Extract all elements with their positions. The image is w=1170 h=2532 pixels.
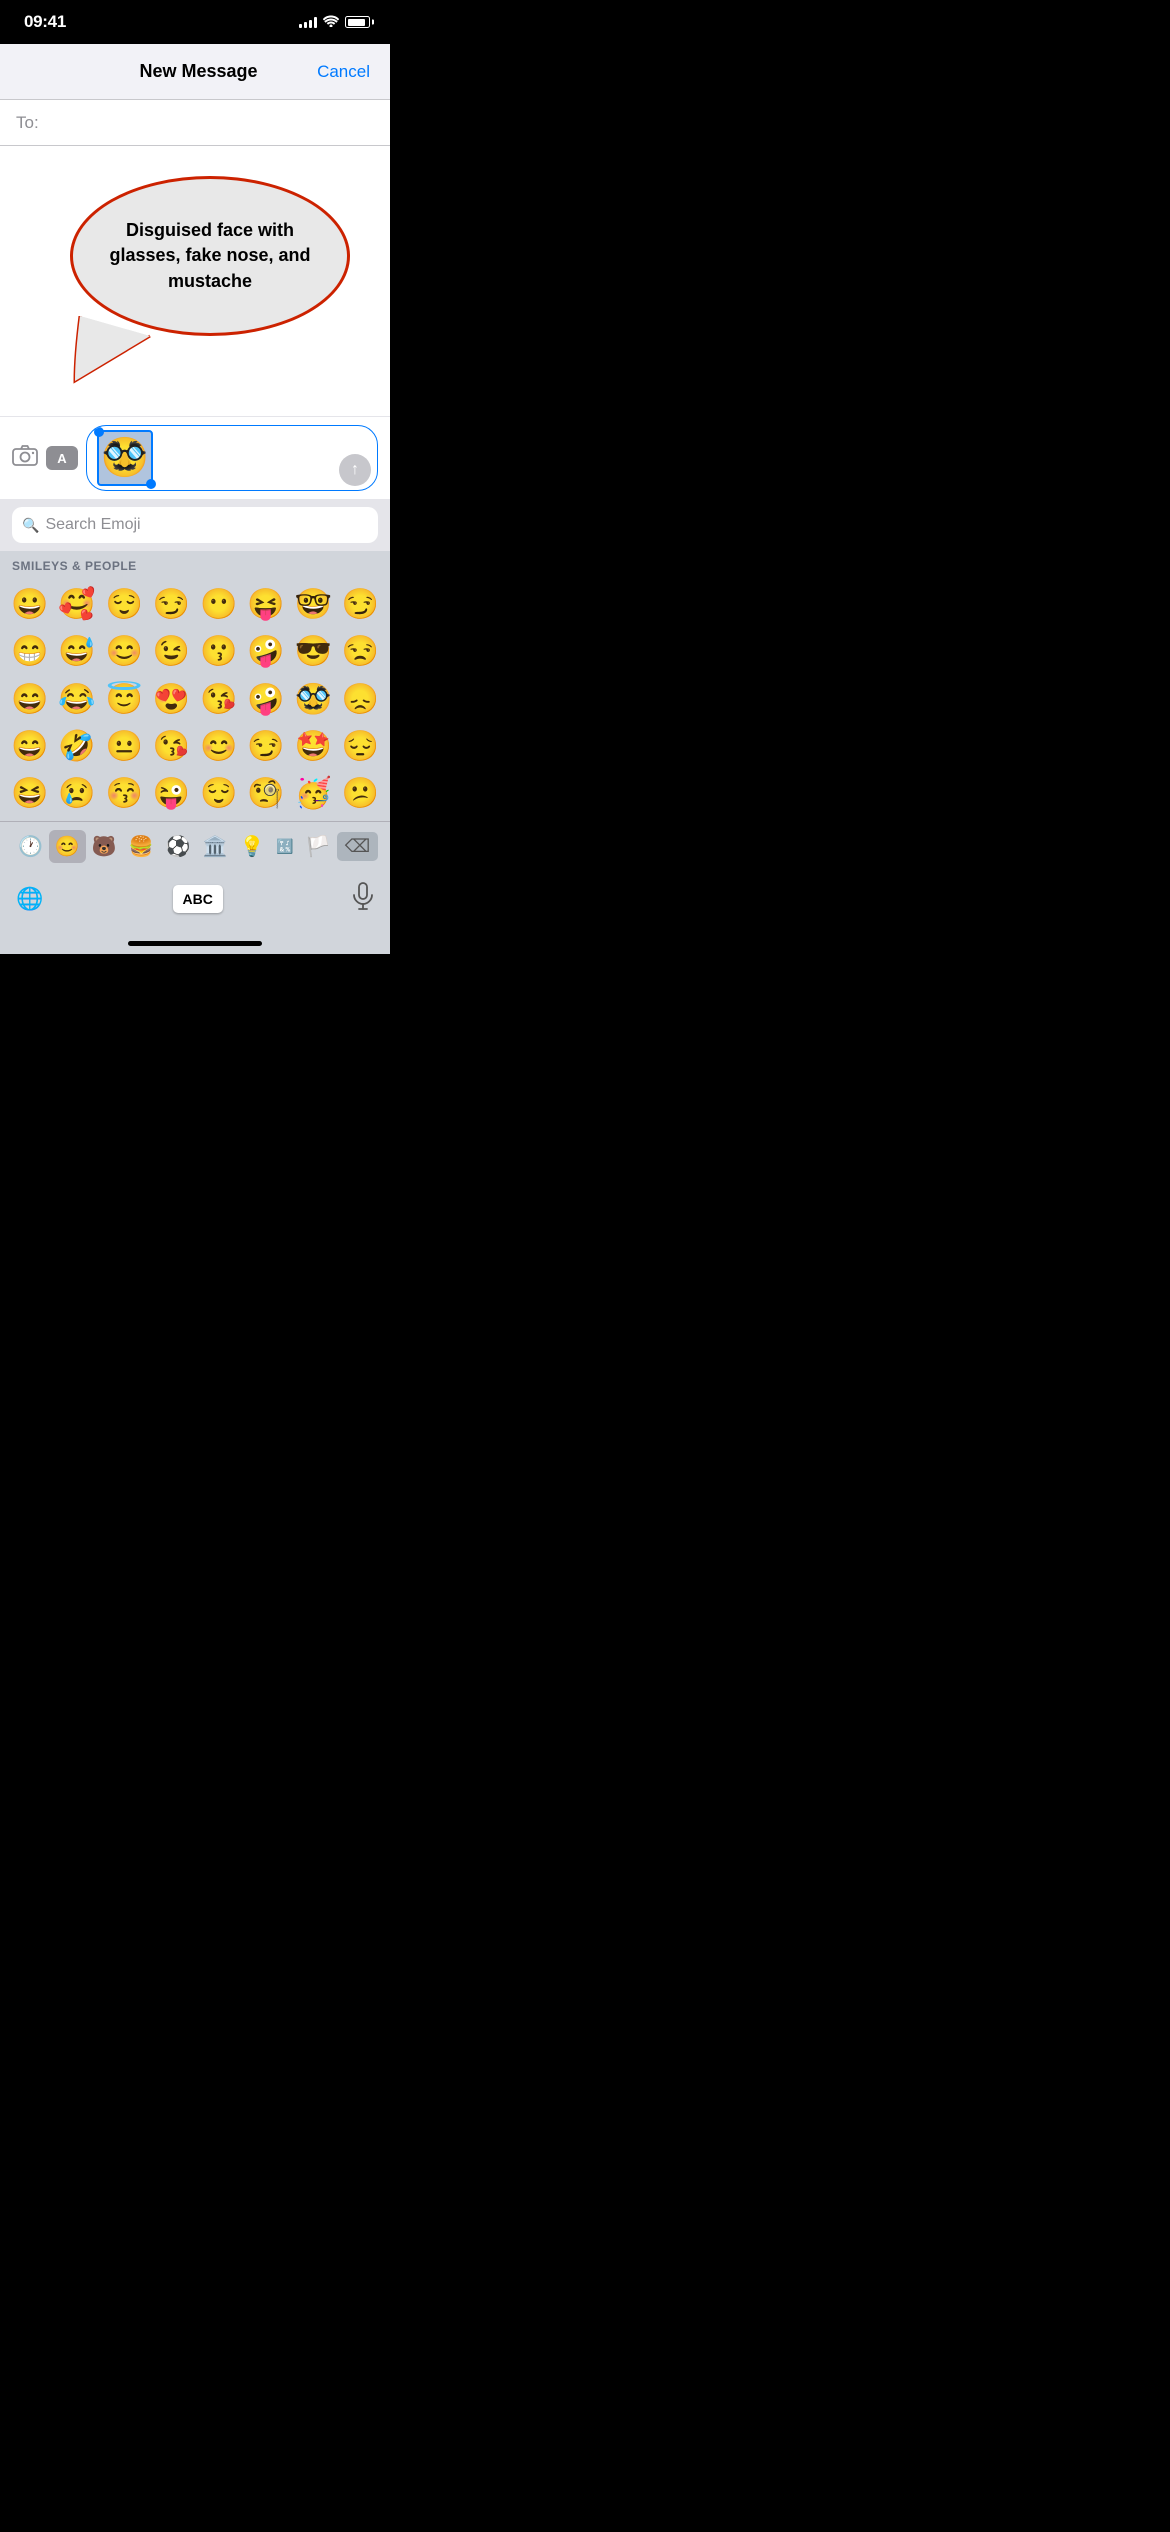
list-item[interactable]: 🤓 [290,581,337,628]
list-item[interactable]: 🤣 [53,723,100,770]
battery-icon [345,16,370,28]
status-bar: 09:41 [0,0,390,44]
list-item[interactable]: 😝 [242,581,289,628]
list-item[interactable]: 😄 [6,723,53,770]
keyboard-bottom: 🌐 ABC [0,871,390,937]
nav-bar: New Message Cancel [0,44,390,100]
emoji-grid-1: 😀 🥰 😌 😏 😶 😝 🤓 😏 😁 😅 😊 😉 😗 🤪 😎 😒 😄 😂 😇 😍 … [0,577,390,821]
emoji-attachment[interactable]: 🥸 [97,430,153,486]
list-item[interactable]: 🤪 [242,628,289,675]
list-item[interactable]: 😏 [337,581,384,628]
delete-key[interactable]: ⌫ [337,832,378,861]
list-item[interactable]: 😏 [242,723,289,770]
list-item[interactable]: 😜 [148,770,195,817]
list-item[interactable]: 🥳 [290,770,337,817]
list-item[interactable]: 😕 [337,770,384,817]
building-tab[interactable]: 🏛️ [197,830,234,863]
list-item[interactable]: 😀 [6,581,53,628]
search-icon: 🔍 [22,517,39,534]
list-item[interactable]: 😌 [101,581,148,628]
list-item[interactable]: 🥰 [53,581,100,628]
send-button[interactable]: ↑ [339,454,371,486]
emoji-bottom-bar: 🕐 😊 🐻 🍔 ⚽ 🏛️ 💡 🔣 🏳️ ⌫ [0,821,390,871]
emoji-search-bar[interactable]: 🔍 Search Emoji [12,507,378,543]
list-item[interactable]: 😂 [53,676,100,723]
list-item[interactable]: 😔 [337,723,384,770]
status-time: 09:41 [24,12,66,32]
abc-button[interactable]: ABC [173,885,223,913]
food-tab[interactable]: 🍔 [123,830,160,863]
camera-button[interactable] [12,444,38,472]
search-placeholder: Search Emoji [45,516,140,534]
selection-handle-bottom [146,479,156,489]
apps-button[interactable]: A [46,446,78,470]
emoji-search-container: 🔍 Search Emoji [0,499,390,551]
speech-bubble-text: Disguised face with glasses, fake nose, … [93,218,327,294]
globe-button[interactable]: 🌐 [16,886,43,912]
list-item[interactable]: 😆 [6,770,53,817]
signal-icon [299,16,317,28]
animal-tab[interactable]: 🐻 [86,830,123,863]
list-item[interactable]: 😎 [290,628,337,675]
list-item[interactable]: 😍 [148,676,195,723]
emoji-category-label: SMILEYS & PEOPLE [0,551,390,577]
nav-title: New Message [140,61,258,82]
sports-tab[interactable]: ⚽ [160,830,197,863]
flags-tab[interactable]: 🏳️ [300,830,337,863]
list-item[interactable]: 🤪 [242,676,289,723]
list-item[interactable]: 😁 [6,628,53,675]
emoji-keyboard: SMILEYS & PEOPLE 😀 🥰 😌 😏 😶 😝 🤓 😏 😁 😅 😊 😉… [0,551,390,937]
to-label: To: [16,113,39,133]
list-item[interactable]: 😘 [195,676,242,723]
input-box[interactable]: 🥸 ↑ [86,425,378,491]
to-field[interactable]: To: [0,100,390,146]
wifi-icon [323,14,339,30]
list-item[interactable]: 🧐 [242,770,289,817]
list-item[interactable]: 😞 [337,676,384,723]
list-item[interactable]: 😊 [101,628,148,675]
list-item[interactable]: 😄 [6,676,53,723]
symbols-tab[interactable]: 🔣 [270,835,299,859]
recent-tab[interactable]: 🕐 [12,830,49,863]
list-item[interactable]: 😏 [148,581,195,628]
objects-tab[interactable]: 💡 [233,830,270,863]
battery-fill [348,19,365,26]
home-indicator [0,937,390,954]
status-icons [299,14,370,30]
list-item[interactable]: 😉 [148,628,195,675]
list-item[interactable]: 😘 [148,723,195,770]
speech-bubble: Disguised face with glasses, fake nose, … [70,176,350,336]
list-item[interactable]: 😇 [101,676,148,723]
send-icon: ↑ [351,461,359,479]
list-item[interactable]: 😅 [53,628,100,675]
tooltip-container: Disguised face with glasses, fake nose, … [0,146,390,356]
cancel-button[interactable]: Cancel [317,62,370,82]
list-item[interactable]: 😌 [195,770,242,817]
list-item[interactable]: 🥸 [290,676,337,723]
list-item[interactable]: 😒 [337,628,384,675]
list-item[interactable]: 😶 [195,581,242,628]
selection-handle-top [94,427,104,437]
speech-bubble-tail [70,316,160,391]
apps-icon: A [57,451,66,466]
list-item[interactable]: 😐 [101,723,148,770]
mic-button[interactable] [352,882,374,916]
list-item[interactable]: 😊 [195,723,242,770]
list-item[interactable]: 😢 [53,770,100,817]
input-row: A 🥸 ↑ [0,416,390,499]
list-item[interactable]: 😗 [195,628,242,675]
list-item[interactable]: 🤩 [290,723,337,770]
smiley-tab[interactable]: 😊 [49,830,86,863]
home-bar [128,941,262,946]
list-item[interactable]: 😚 [101,770,148,817]
message-area: Disguised face with glasses, fake nose, … [0,146,390,499]
disguise-emoji: 🥸 [101,436,148,480]
